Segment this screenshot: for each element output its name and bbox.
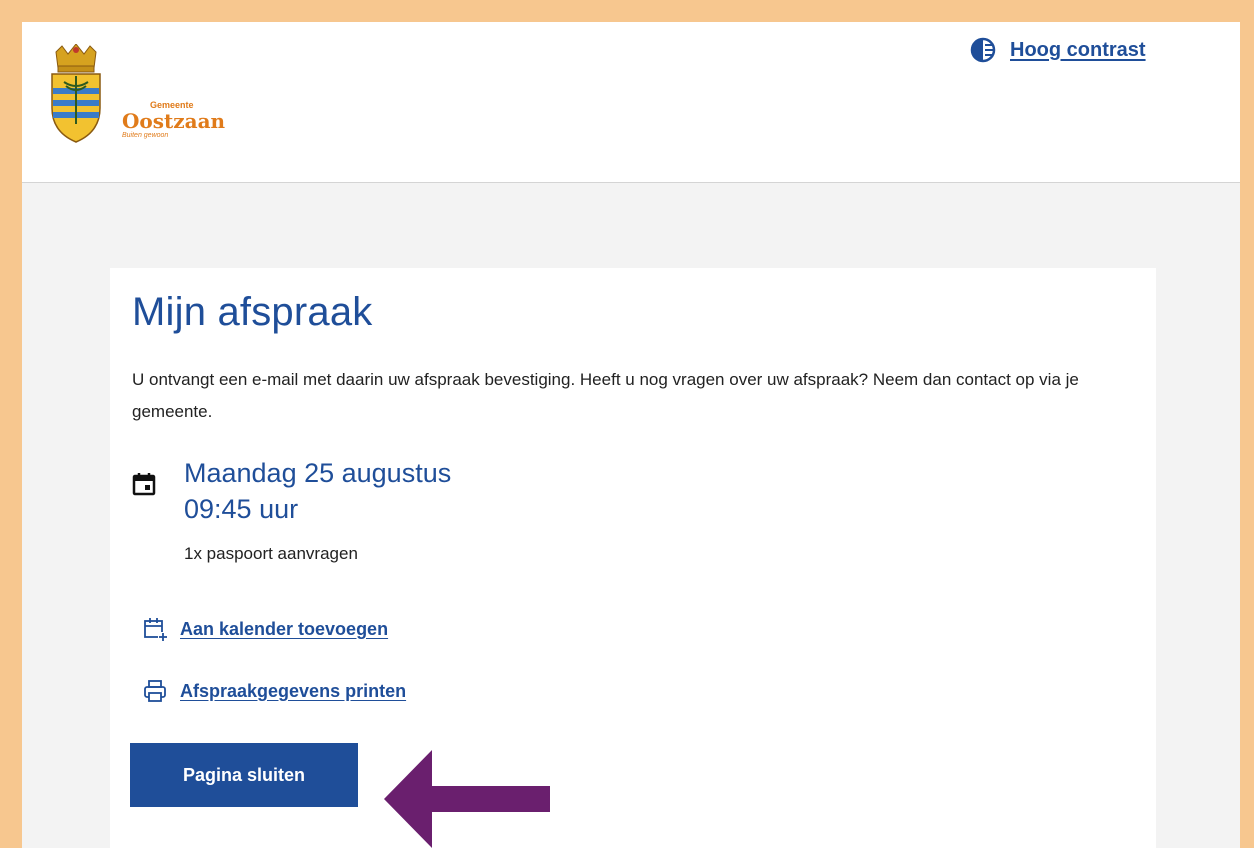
logo-line-oostzaan: Oostzaan	[122, 109, 226, 133]
high-contrast-toggle[interactable]: Hoog contrast	[970, 37, 1146, 63]
printer-icon	[144, 680, 166, 702]
coat-of-arms-icon	[51, 44, 101, 143]
high-contrast-link[interactable]: Hoog contrast	[1010, 39, 1146, 62]
site-header: Gemeente Oostzaan Buiten gewoon Hoog con…	[22, 22, 1240, 183]
contrast-icon	[970, 37, 996, 63]
logo-tagline: Buiten gewoon	[122, 132, 169, 139]
page-title: Mijn afspraak	[132, 290, 373, 334]
municipality-logo[interactable]: Gemeente Oostzaan Buiten gewoon	[46, 44, 236, 144]
intro-text: U ontvangt een e-mail met daarin uw afsp…	[132, 370, 1079, 421]
print-details-action[interactable]: Afspraakgegevens printen	[142, 678, 406, 704]
annotation-arrow-icon	[384, 750, 550, 848]
appointment-service: 1x paspoort aanvragen	[184, 544, 358, 563]
calendar-add-icon	[144, 618, 168, 642]
calendar-icon	[132, 473, 156, 496]
add-to-calendar-action[interactable]: Aan kalender toevoegen	[142, 616, 388, 642]
close-page-button[interactable]: Pagina sluiten	[130, 743, 358, 807]
add-to-calendar-link[interactable]: Aan kalender toevoegen	[180, 619, 388, 640]
logo-text: Gemeente Oostzaan Buiten gewoon	[122, 100, 225, 140]
print-details-link[interactable]: Afspraakgegevens printen	[180, 681, 406, 702]
appointment-time: 09:45 uur	[184, 494, 299, 524]
appointment-date: Maandag 25 augustus	[184, 458, 452, 488]
appointment-card: Mijn afspraak U ontvangt een e-mail met …	[110, 268, 1156, 848]
page-frame: Gemeente Oostzaan Buiten gewoon Hoog con…	[22, 22, 1240, 848]
